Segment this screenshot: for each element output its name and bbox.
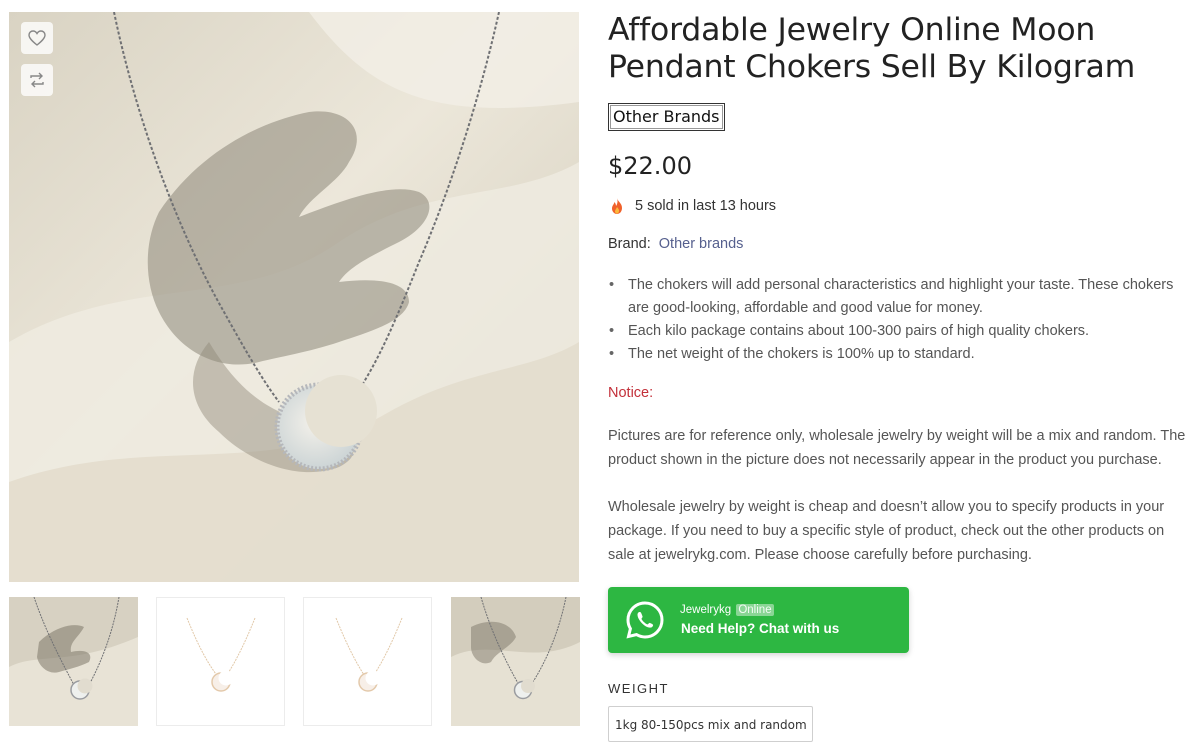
sold-counter: 5 sold in last 13 hours	[608, 197, 1188, 215]
feature-item-3: The net weight of the chokers is 100% up…	[608, 343, 1188, 366]
compare-icon	[30, 72, 44, 88]
thumbnail-1[interactable]	[9, 597, 138, 726]
whatsapp-icon	[626, 601, 664, 639]
feature-item-1: The chokers will add personal characteri…	[608, 274, 1188, 320]
brand-badge: Other Brands	[608, 103, 725, 131]
wishlist-button[interactable]	[21, 22, 53, 54]
feature-list: The chokers will add personal characteri…	[608, 274, 1188, 366]
product-title: Affordable Jewelry Online Moon Pendant C…	[608, 12, 1136, 85]
thumbnail-strip	[9, 597, 581, 727]
chat-agent-name: Jewelrykg	[680, 604, 732, 616]
thumbnail-4[interactable]	[451, 597, 580, 726]
main-product-image[interactable]	[9, 12, 579, 582]
heart-icon	[28, 30, 46, 46]
compare-button[interactable]	[21, 64, 53, 96]
notice-paragraph-1: Pictures are for reference only, wholesa…	[608, 428, 1186, 468]
product-price: $22.00	[608, 152, 692, 180]
online-status: Online	[736, 604, 774, 616]
notice-label: Notice:	[608, 385, 654, 401]
product-info: Affordable Jewelry Online Moon Pendant C…	[608, 12, 1188, 742]
feature-item-2: Each kilo package contains about 100-300…	[608, 320, 1188, 343]
chat-agent-line: Jewelrykg Online	[680, 604, 774, 616]
weight-option[interactable]: 1kg 80-150pcs mix and random	[608, 706, 813, 742]
thumbnail-3[interactable]	[303, 597, 432, 726]
brand-label: Brand:	[608, 236, 651, 252]
thumbnail-2[interactable]	[156, 597, 285, 726]
brand-line: Brand: Other brands	[608, 236, 1188, 252]
chat-cta-label: Need Help? Chat with us	[681, 621, 840, 636]
weight-label: WEIGHT	[608, 681, 669, 696]
notice-paragraph-2: Wholesale jewelry by weight is cheap and…	[608, 499, 1165, 563]
fire-icon	[612, 198, 622, 214]
brand-link[interactable]: Other brands	[659, 236, 744, 252]
sold-text: 5 sold in last 13 hours	[635, 198, 777, 214]
whatsapp-chat-button[interactable]: Jewelrykg Online Need Help? Chat with us	[608, 587, 909, 653]
necklace-photo	[9, 12, 579, 582]
